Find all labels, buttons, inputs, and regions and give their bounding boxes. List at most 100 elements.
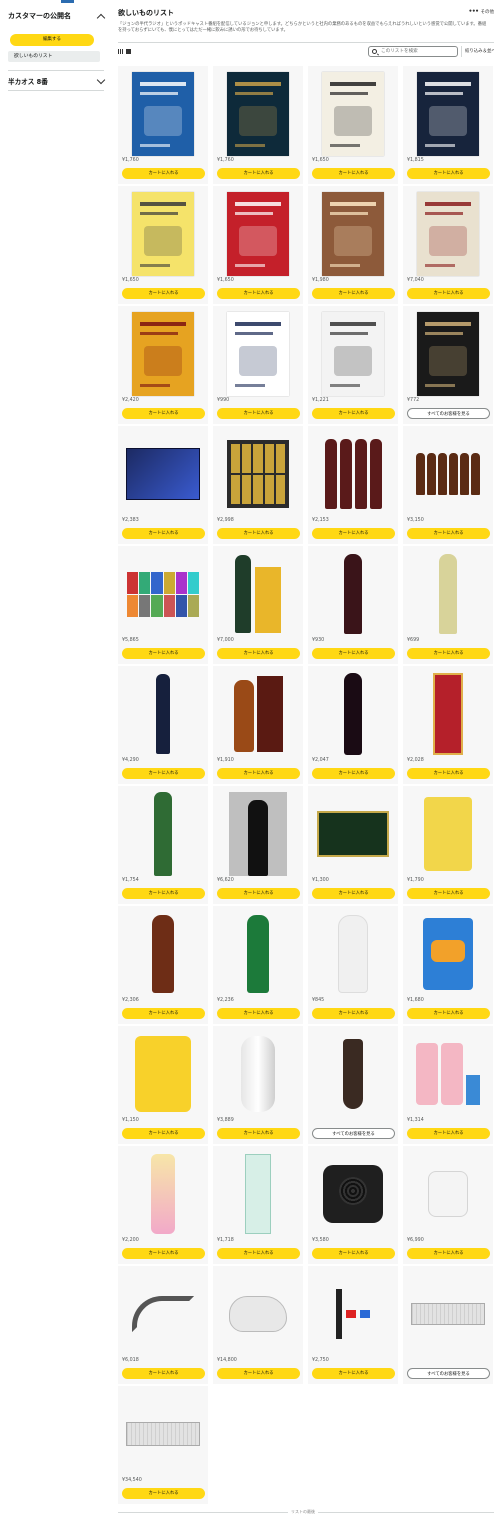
book-no-need-motivation-icon[interactable] [411, 70, 485, 158]
wishlist-item-card[interactable]: ¥6,990 カートに入れる [403, 1146, 493, 1264]
wishlist-item-card[interactable]: ¥1,980 カートに入れる [308, 186, 398, 304]
book-consciousness-icon[interactable] [316, 310, 390, 398]
shochu-bottle-black-icon[interactable] [221, 790, 295, 878]
book-western-paintings-icon[interactable] [411, 190, 485, 278]
sidebar-section-list[interactable]: 半カオス 8番 [8, 74, 106, 88]
add-to-cart-button[interactable]: カートに入れる [407, 288, 490, 299]
vitamin-c-serum-icon[interactable] [126, 1030, 200, 1118]
add-to-cart-button[interactable]: カートに入れる [407, 1128, 490, 1139]
add-to-cart-button[interactable]: カートに入れる [122, 768, 205, 779]
add-to-cart-button[interactable]: カートに入れる [312, 408, 395, 419]
brandy-bottle-box-icon[interactable] [221, 670, 295, 758]
wishlist-item-card[interactable]: ¥699 カートに入れる [403, 546, 493, 664]
add-to-cart-button[interactable]: カートに入れる [312, 648, 395, 659]
book-rakujitsu-icon[interactable] [411, 310, 485, 398]
wireless-mouse-icon[interactable] [221, 1270, 295, 1358]
add-to-cart-button[interactable]: カートに入れる [217, 1368, 300, 1379]
wishlist-item-card[interactable]: ¥1,815 カートに入れる [403, 66, 493, 184]
wishlist-item-card[interactable]: ¥1,650 カートに入れる [213, 186, 303, 304]
dessert-wine-bottle-icon[interactable] [126, 670, 200, 758]
grid-view-icon[interactable] [118, 49, 123, 54]
white-water-bottle-icon[interactable] [316, 910, 390, 998]
keyboard-white-icon[interactable] [411, 1270, 485, 1358]
book-top-5-leader-icon[interactable] [221, 190, 295, 278]
add-to-cart-button[interactable]: カートに入れる [312, 888, 395, 899]
wishlist-item-card[interactable]: ¥34,540 カートに入れる [118, 1386, 208, 1504]
mint-cosmetic-box-icon[interactable] [221, 1150, 295, 1238]
list-view-icon[interactable] [126, 49, 131, 54]
sidebar-item-wishlist[interactable]: 欲しいものリスト [8, 51, 100, 62]
wishlist-item-card[interactable]: ¥1,314 カートに入れる [403, 1026, 493, 1144]
wishlist-item-card[interactable]: ¥1,150 カートに入れる [118, 1026, 208, 1144]
lipton-pouch-icon[interactable] [411, 790, 485, 878]
wishlist-item-card[interactable]: ¥14,800 カートに入れる [213, 1266, 303, 1384]
wishlist-item-card[interactable]: ¥2,047 カートに入れる [308, 666, 398, 784]
add-to-cart-button[interactable]: カートに入れる [217, 1248, 300, 1259]
add-to-cart-button[interactable]: カートに入れる [122, 1488, 205, 1499]
bluetooth-headset-icon[interactable] [126, 1270, 200, 1358]
add-to-cart-button[interactable]: カートに入れる [122, 168, 205, 179]
see-all-offers-button[interactable]: すべてのお客様を見る [312, 1128, 395, 1139]
add-to-cart-button[interactable]: カートに入れる [217, 768, 300, 779]
book-100-man-icon[interactable] [221, 70, 295, 158]
wishlist-item-card[interactable]: ¥3,580 カートに入れる [308, 1146, 398, 1264]
green-tea-bottle-icon[interactable] [221, 910, 295, 998]
usb-charger-icon[interactable] [411, 1150, 485, 1238]
wishlist-item-card[interactable]: ¥6,018 カートに入れる [118, 1266, 208, 1384]
wishlist-item-card[interactable]: ¥6,620 カートに入れる [213, 786, 303, 904]
wishlist-item-card[interactable]: ¥2,236 カートに入れる [213, 906, 303, 1024]
book-buddhist-thought-icon[interactable] [126, 70, 200, 158]
add-to-cart-button[interactable]: カートに入れる [312, 288, 395, 299]
wishlist-item-card[interactable]: ¥990 カートに入れる [213, 306, 303, 424]
wishlist-item-card[interactable]: ¥1,300 カートに入れる [308, 786, 398, 904]
add-to-cart-button[interactable]: カートに入れる [217, 288, 300, 299]
wishlist-item-card[interactable]: ¥2,306 カートに入れる [118, 906, 208, 1024]
wishlist-item-card[interactable]: すべてのお客様を見る [403, 1266, 493, 1384]
usb-adapter-set-icon[interactable] [316, 1270, 390, 1358]
sidebar-profile-header[interactable]: カスタマーの公開名 [8, 8, 106, 24]
wishlist-item-card[interactable]: ¥1,680 カートに入れる [403, 906, 493, 1024]
wishlist-item-card[interactable]: ¥2,153 カートに入れる [308, 426, 398, 544]
gummy-candy-pack-icon[interactable] [411, 910, 485, 998]
add-to-cart-button[interactable]: カートに入れる [407, 1008, 490, 1019]
add-to-cart-button[interactable]: カートに入れる [217, 1008, 300, 1019]
wishlist-item-card[interactable]: ¥2,998 カートに入れる [213, 426, 303, 544]
add-to-cart-button[interactable]: カートに入れる [217, 408, 300, 419]
wishlist-item-card[interactable]: ¥2,028 カートに入れる [403, 666, 493, 784]
wishlist-item-card[interactable]: ¥1,760 カートに入れる [118, 66, 208, 184]
white-wine-bottle-icon[interactable] [411, 550, 485, 638]
pink-cream-tubes-icon[interactable] [411, 1030, 485, 1118]
beer-cans-assort-icon[interactable] [126, 550, 200, 638]
add-to-cart-button[interactable]: カートに入れる [122, 648, 205, 659]
add-to-cart-button[interactable]: カートに入れる [407, 1248, 490, 1259]
add-to-cart-button[interactable]: カートに入れる [407, 888, 490, 899]
wishlist-item-card[interactable]: ¥2,383 カートに入れる [118, 426, 208, 544]
more-menu-button[interactable]: ••• その他 [468, 8, 494, 15]
wishlist-item-card[interactable]: ¥1,650 カートに入れる [308, 66, 398, 184]
wishlist-item-card[interactable]: ¥2,750 カートに入れる [308, 1266, 398, 1384]
craft-cola-bottle-icon[interactable] [126, 910, 200, 998]
wishlist-item-card[interactable]: ¥1,221 カートに入れる [308, 306, 398, 424]
plum-liqueur-bottle-icon[interactable] [316, 670, 390, 758]
add-to-cart-button[interactable]: カートに入れる [217, 888, 300, 899]
wishlist-item-card[interactable]: ¥1,718 カートに入れる [213, 1146, 303, 1264]
choya-umeshu-icon[interactable] [411, 670, 485, 758]
edit-button[interactable]: 編集する [10, 34, 94, 46]
wishlist-item-card[interactable]: ¥845 カートに入れる [308, 906, 398, 1024]
add-to-cart-button[interactable]: カートに入れる [407, 168, 490, 179]
wishlist-item-card[interactable]: ¥1,760 カートに入れる [213, 66, 303, 184]
add-to-cart-button[interactable]: カートに入れる [217, 528, 300, 539]
add-to-cart-button[interactable]: カートに入れる [407, 528, 490, 539]
add-to-cart-button[interactable]: カートに入れる [122, 1368, 205, 1379]
add-to-cart-button[interactable]: カートに入れる [407, 648, 490, 659]
add-to-cart-button[interactable]: カートに入れる [312, 528, 395, 539]
sake-bottle-green-icon[interactable] [126, 790, 200, 878]
beer-box-icon[interactable] [126, 430, 200, 518]
wishlist-item-card[interactable]: ¥7,040 カートに入れる [403, 186, 493, 304]
wishlist-item-card[interactable]: ¥1,910 カートに入れる [213, 666, 303, 784]
green-tea-box-icon[interactable] [316, 790, 390, 878]
add-to-cart-button[interactable]: カートに入れる [217, 168, 300, 179]
wishlist-item-card[interactable]: ¥3,889 カートに入れる [213, 1026, 303, 1144]
book-philosophy-icon[interactable] [221, 310, 295, 398]
add-to-cart-button[interactable]: カートに入れる [312, 168, 395, 179]
